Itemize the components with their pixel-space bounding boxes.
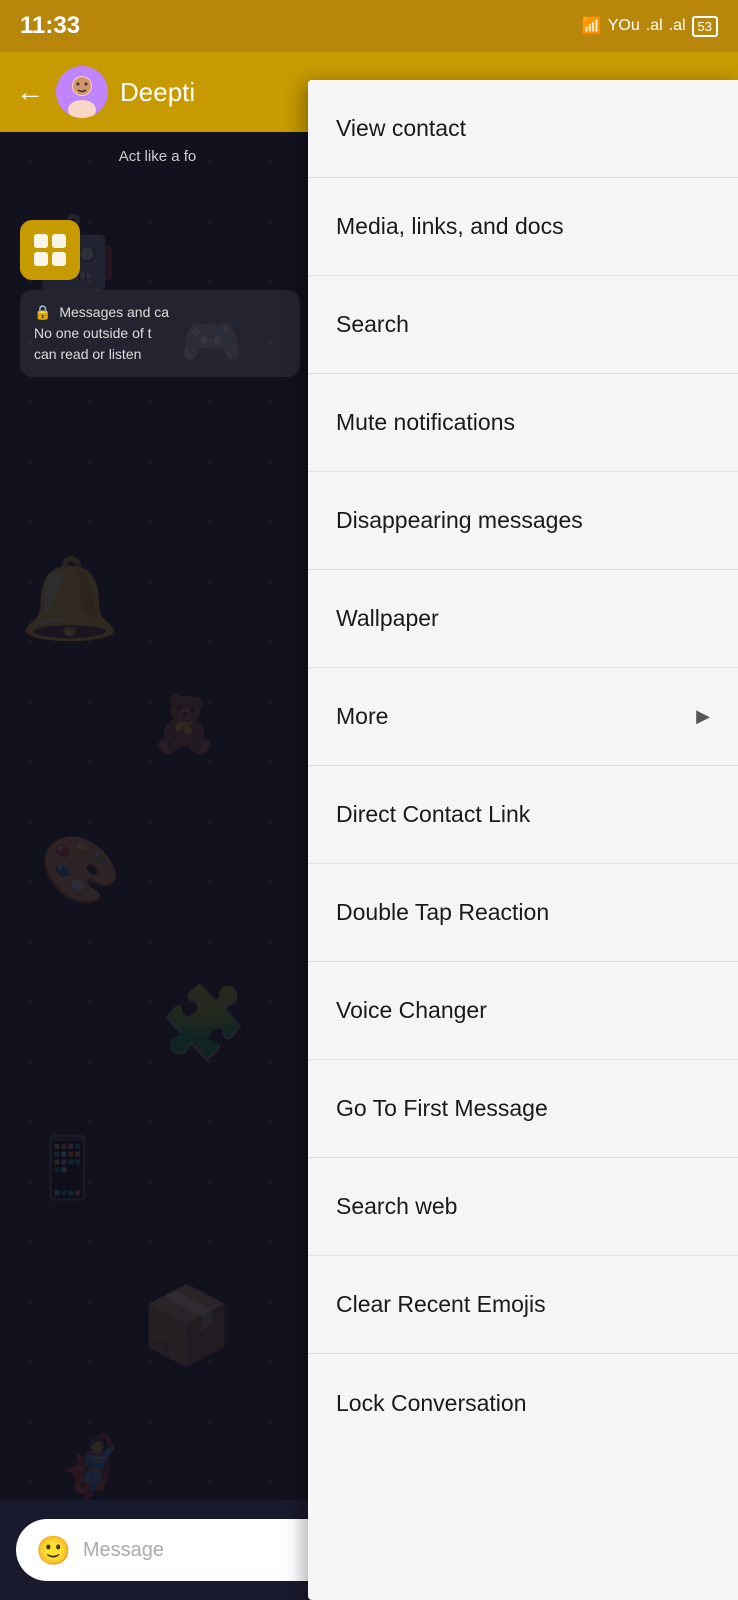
deco-icon-6: 🧩 [160,982,247,1064]
avatar-image [56,66,108,118]
menu-item-2[interactable]: Search [308,276,738,374]
wifi-icon: 📶 [582,16,602,36]
menu-item-label-12: Clear Recent Emojis [336,1291,546,1318]
network-icon: YOu [608,17,640,35]
menu-item-9[interactable]: Voice Changer [308,962,738,1060]
avatar-dot-4 [52,252,66,266]
menu-item-label-9: Voice Changer [336,997,487,1024]
battery-level: 53 [698,19,712,34]
menu-item-label-0: View contact [336,115,466,142]
menu-item-10[interactable]: Go To First Message [308,1060,738,1158]
deco-icon-9: 🦸 [50,1432,131,1500]
menu-item-11[interactable]: Search web [308,1158,738,1256]
signal-icon2: .al [669,17,686,35]
status-bar: 11:33 📶 YOu .al .al 53 [0,0,738,52]
deco-icon-8: 📦 [140,1282,233,1370]
menu-item-6[interactable]: More ▶ [308,668,738,766]
lock-icon: 🔒 [34,304,51,320]
menu-item-label-10: Go To First Message [336,1095,548,1122]
menu-item-3[interactable]: Mute notifications [308,374,738,472]
menu-item-4[interactable]: Disappearing messages [308,472,738,570]
deco-icon-5: 🎨 [40,832,121,908]
menu-item-0[interactable]: View contact [308,80,738,178]
security-text: Messages and caNo one outside of tcan re… [34,304,169,362]
menu-item-7[interactable]: Direct Contact Link [308,766,738,864]
menu-item-12[interactable]: Clear Recent Emojis [308,1256,738,1354]
status-time: 11:33 [20,12,80,40]
deco-icon-7: 📱 [30,1132,105,1203]
menu-item-label-5: Wallpaper [336,605,439,632]
menu-item-label-6: More [336,703,388,730]
menu-item-label-7: Direct Contact Link [336,801,530,828]
menu-item-label-1: Media, links, and docs [336,213,564,240]
deco-icon-3: 🔔 [20,552,120,646]
avatar-dot-2 [52,234,66,248]
avatar-dot-3 [34,252,48,266]
signal-icon1: .al [646,17,663,35]
back-button[interactable]: ← [16,76,44,108]
menu-item-label-2: Search [336,311,409,338]
security-message: 🔒 Messages and caNo one outside of tcan … [20,290,300,377]
context-menu: View contact Media, links, and docs Search… [308,80,738,1600]
chat-subtitle: Act like a fo [0,140,315,173]
deco-icon-4: 🧸 [150,692,218,757]
chat-avatar-icon [20,220,80,280]
battery-indicator: 53 [692,16,718,37]
menu-item-label-3: Mute notifications [336,409,515,436]
emoji-icon[interactable]: 🙂 [36,1534,71,1567]
menu-item-1[interactable]: Media, links, and docs [308,178,738,276]
menu-item-8[interactable]: Double Tap Reaction [308,864,738,962]
menu-item-label-11: Search web [336,1193,457,1220]
menu-item-arrow-6: ▶ [696,706,710,727]
menu-item-label-4: Disappearing messages [336,507,583,534]
menu-item-5[interactable]: Wallpaper [308,570,738,668]
menu-item-13[interactable]: Lock Conversation [308,1354,738,1452]
menu-item-label-13: Lock Conversation [336,1390,527,1417]
status-icons: 📶 YOu .al .al 53 [582,16,718,37]
menu-item-label-8: Double Tap Reaction [336,899,549,926]
avatar-dot-1 [34,234,48,248]
avatar [56,66,108,118]
